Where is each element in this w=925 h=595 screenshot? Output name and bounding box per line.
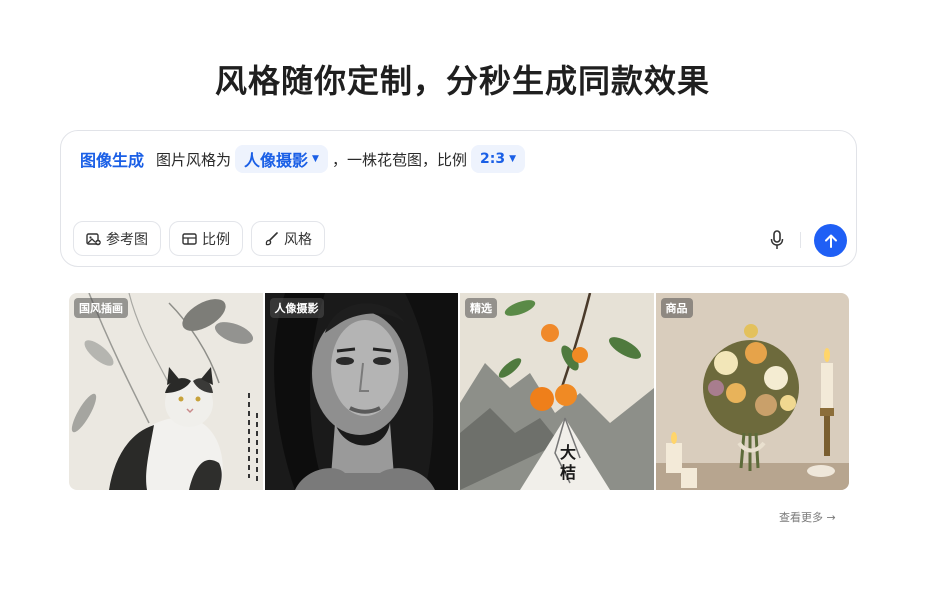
gallery-card-ink-painting[interactable]: 国风插画 [69,293,263,490]
portrait-image [264,293,458,490]
prompt-text-middle: ，一株花苞图，比例 [331,150,467,169]
tool-row: 参考图 比例 风格 [73,221,325,256]
style-button[interactable]: 风格 [251,221,325,256]
chevron-down-icon: ▼ [312,154,319,164]
mode-label[interactable]: 图像生成 [80,147,144,171]
ratio-icon [182,232,197,245]
gallery-card-portrait[interactable]: 人像摄影 [264,293,458,490]
toolbar-divider [800,232,801,248]
style-gallery: 国风插画 人像摄影 大 桔 精选 商品 [69,293,849,490]
gallery-tag: 商品 [660,298,693,318]
see-more-link[interactable]: 查看更多 → [779,509,836,525]
mountain-orange-image: 大 桔 [460,293,654,490]
brush-icon [265,231,278,245]
gallery-tag: 精选 [465,298,497,318]
svg-text:桔: 桔 [560,463,576,482]
microphone-button[interactable] [767,229,787,251]
gallery-tag: 人像摄影 [269,298,324,318]
ratio-label: 比例 [202,231,230,248]
microphone-icon [770,230,784,249]
style-value: 人像摄影 [244,151,309,170]
chevron-down-icon: ▼ [509,154,516,164]
cat-painting-image [69,293,263,490]
image-plus-icon [86,232,101,245]
prompt-line[interactable]: 图像生成 图片风格为 人像摄影 ▼ ，一株花苞图，比例 2:3 ▼ [80,145,529,173]
ratio-value: 2:3 [479,151,506,167]
ratio-dropdown[interactable]: 2:3 ▼ [470,145,525,173]
gallery-card-product[interactable]: 商品 [655,293,849,490]
reference-label: 参考图 [106,231,148,248]
gallery-tag: 国风插画 [74,298,128,318]
prompt-text-prefix: 图片风格为 [156,150,232,169]
page-title: 风格随你定制，分秒生成同款效果 [214,62,710,100]
style-label: 风格 [284,231,312,248]
send-button[interactable] [814,224,847,257]
style-dropdown[interactable]: 人像摄影 ▼ [235,145,328,173]
bouquet-image [655,293,849,490]
prompt-box[interactable]: 图像生成 图片风格为 人像摄影 ▼ ，一株花苞图，比例 2:3 ▼ 参考图 比例… [60,130,857,267]
svg-text:大: 大 [560,443,576,462]
gallery-card-featured[interactable]: 大 桔 精选 [460,293,654,490]
ratio-button[interactable]: 比例 [169,221,243,256]
arrow-up-icon [824,234,837,248]
reference-image-button[interactable]: 参考图 [73,221,161,256]
